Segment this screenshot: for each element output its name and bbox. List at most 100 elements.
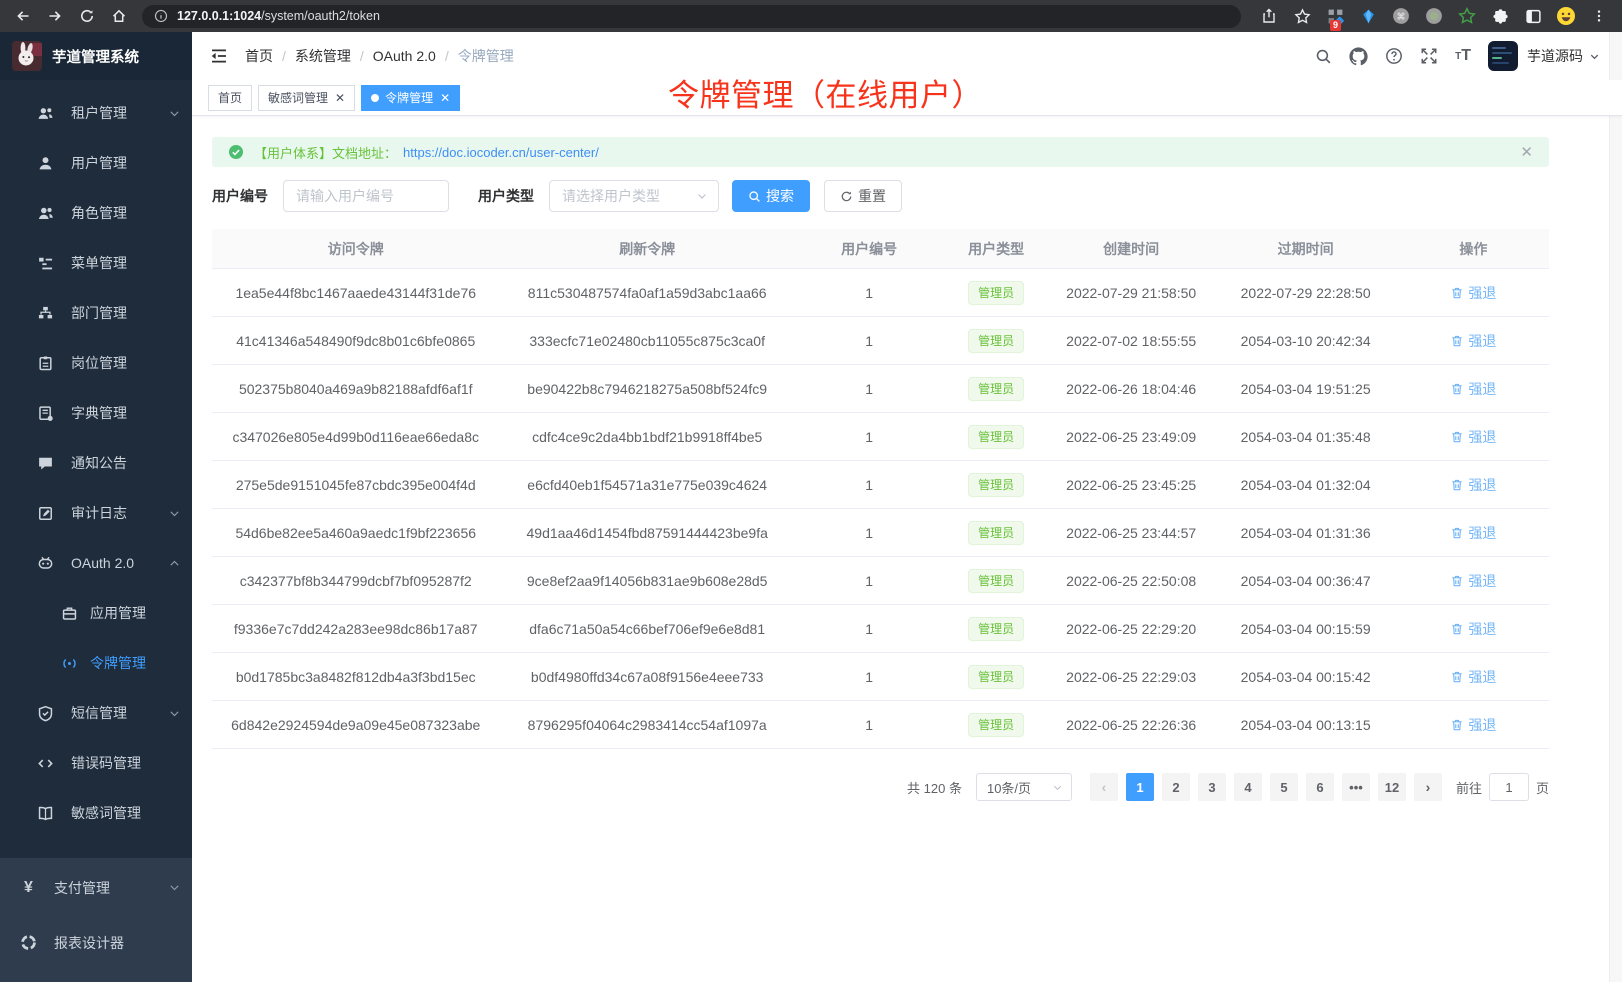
- page-size-select[interactable]: 10条/页: [976, 773, 1072, 801]
- page-button-2[interactable]: 2: [1162, 773, 1190, 801]
- sidebar-item-sensitive[interactable]: 敏感词管理: [0, 788, 192, 838]
- site-info-icon[interactable]: [154, 9, 168, 23]
- browser-forward-button[interactable]: [42, 3, 68, 29]
- user-type-cell: 管理员: [943, 377, 1049, 401]
- bookmark-star-icon[interactable]: [1289, 3, 1315, 29]
- page-scrollbar[interactable]: [1609, 32, 1622, 982]
- browser-back-button[interactable]: [10, 3, 36, 29]
- sidebar-item-oauth2-app[interactable]: 应用管理: [0, 588, 192, 638]
- address-bar[interactable]: 127.0.0.1:1024/system/oauth2/token: [142, 5, 1241, 28]
- force-logout-button[interactable]: 强退: [1450, 379, 1496, 399]
- share-icon[interactable]: [1256, 3, 1282, 29]
- breadcrumb-item[interactable]: OAuth 2.0: [373, 48, 436, 64]
- page-button-1[interactable]: 1: [1126, 773, 1154, 801]
- token-icon: [61, 655, 78, 672]
- page-button-12[interactable]: 12: [1378, 773, 1406, 801]
- expire-time-cell: 2054-03-04 19:51:25: [1213, 381, 1398, 397]
- page-button-6[interactable]: 6: [1306, 773, 1334, 801]
- profile-avatar-emoji[interactable]: [1553, 3, 1579, 29]
- user-id-input[interactable]: [283, 180, 449, 212]
- page-button-4[interactable]: 4: [1234, 773, 1262, 801]
- page-more-button[interactable]: •••: [1342, 773, 1370, 801]
- sidebar-item-post[interactable]: 岗位管理: [0, 338, 192, 388]
- chevron-down-icon: [1052, 782, 1063, 793]
- user-type-cell: 管理员: [943, 617, 1049, 641]
- force-logout-button[interactable]: 强退: [1450, 523, 1496, 543]
- alert-close-icon[interactable]: ✕: [1520, 143, 1533, 161]
- force-logout-button[interactable]: 强退: [1450, 283, 1496, 303]
- extensions-puzzle-icon[interactable]: [1487, 3, 1513, 29]
- sidebar-item-role[interactable]: 角色管理: [0, 188, 192, 238]
- username[interactable]: 芋道源码: [1527, 46, 1583, 66]
- browser-home-button[interactable]: [106, 3, 132, 29]
- browser-reload-button[interactable]: [74, 3, 100, 29]
- green-star-extension-icon[interactable]: [1454, 3, 1480, 29]
- access-token-cell: 502375b8040a469a9b82188afdf6af1f: [212, 381, 499, 397]
- breadcrumb-item[interactable]: 首页: [245, 46, 273, 66]
- goto-page-input[interactable]: [1489, 773, 1529, 801]
- sidebar-item-dict[interactable]: 字典管理: [0, 388, 192, 438]
- tag-view-tab[interactable]: 令牌管理✕: [361, 85, 460, 111]
- tag-view-tab[interactable]: 敏感词管理✕: [258, 85, 355, 111]
- page-button-5[interactable]: 5: [1270, 773, 1298, 801]
- actions-cell: 强退: [1398, 475, 1549, 495]
- force-logout-button[interactable]: 强退: [1450, 619, 1496, 639]
- create-time-cell: 2022-06-25 23:44:57: [1049, 525, 1213, 541]
- sidebar-item-user[interactable]: 用户管理: [0, 138, 192, 188]
- sidebar-item-notice[interactable]: 通知公告: [0, 438, 192, 488]
- sidebar-item-sms[interactable]: 短信管理: [0, 688, 192, 738]
- help-icon[interactable]: [1385, 47, 1403, 65]
- sidebar-item-dept[interactable]: 部门管理: [0, 288, 192, 338]
- reset-button[interactable]: 重置: [824, 180, 902, 212]
- search-button[interactable]: 搜索: [732, 180, 810, 212]
- sidebar-toggle-icon[interactable]: [1520, 3, 1546, 29]
- force-logout-button[interactable]: 强退: [1450, 331, 1496, 351]
- force-logout-button[interactable]: 强退: [1450, 475, 1496, 495]
- create-time-cell: 2022-07-29 21:58:50: [1049, 285, 1213, 301]
- sidebar-collapse-icon[interactable]: [210, 47, 228, 65]
- page-button-3[interactable]: 3: [1198, 773, 1226, 801]
- sidebar-item-oauth2-token[interactable]: 令牌管理: [0, 638, 192, 688]
- extension-grid-icon[interactable]: 9: [1322, 3, 1348, 29]
- user-caret-icon[interactable]: [1589, 51, 1600, 62]
- create-time-cell: 2022-06-25 23:45:25: [1049, 477, 1213, 493]
- sidebar-item-pay[interactable]: ¥支付管理: [0, 860, 192, 915]
- sidebar-item-oauth2[interactable]: OAuth 2.0: [0, 538, 192, 588]
- gem-extension-icon[interactable]: [1355, 3, 1381, 29]
- doc-link[interactable]: https://doc.iocoder.cn/user-center/: [403, 145, 599, 160]
- tab-close-icon[interactable]: ✕: [335, 92, 345, 104]
- fullscreen-icon[interactable]: [1420, 47, 1438, 65]
- tab-close-icon[interactable]: ✕: [440, 92, 450, 104]
- app-logo[interactable]: 芋道管理系统: [0, 32, 192, 80]
- main-area: 令牌管理（在线用户） 首页/系统管理/OAuth 2.0/令牌管理: [192, 32, 1622, 982]
- sidebar-item-report[interactable]: 报表设计器: [0, 915, 192, 970]
- tag-view-tab[interactable]: 首页: [208, 85, 252, 111]
- dot-extension-icon[interactable]: [1421, 3, 1447, 29]
- search-icon[interactable]: [1315, 48, 1332, 65]
- next-page-button[interactable]: ›: [1414, 773, 1442, 801]
- sidebar-item-audit[interactable]: 审计日志: [0, 488, 192, 538]
- sidebar-menu: 租户管理用户管理角色管理菜单管理部门管理岗位管理字典管理通知公告审计日志OAut…: [0, 80, 192, 858]
- goto-page: 前往 页: [1456, 773, 1549, 801]
- github-icon[interactable]: [1349, 47, 1368, 66]
- expire-time-cell: 2054-03-04 00:36:47: [1213, 573, 1398, 589]
- user-type-select[interactable]: 请选择用户类型: [549, 180, 719, 212]
- message-icon: [37, 455, 54, 472]
- font-size-icon[interactable]: TT: [1455, 47, 1471, 65]
- force-logout-button[interactable]: 强退: [1450, 715, 1496, 735]
- badge-icon: [37, 355, 54, 372]
- token-table: 访问令牌刷新令牌用户编号用户类型创建时间过期时间操作 1ea5e44f8bc14…: [212, 229, 1549, 749]
- breadcrumb-item[interactable]: 系统管理: [295, 46, 351, 66]
- sidebar-item-errcode[interactable]: 错误码管理: [0, 738, 192, 788]
- force-logout-button[interactable]: 强退: [1450, 427, 1496, 447]
- prev-page-button[interactable]: ‹: [1090, 773, 1118, 801]
- sidebar-item-menu[interactable]: 菜单管理: [0, 238, 192, 288]
- command-extension-icon[interactable]: ⌘: [1388, 3, 1414, 29]
- sidebar-item-tenant[interactable]: 租户管理: [0, 88, 192, 138]
- user-type-cell: 管理员: [943, 329, 1049, 353]
- user-avatar[interactable]: [1488, 41, 1518, 71]
- browser-menu-icon[interactable]: [1586, 3, 1612, 29]
- force-logout-button[interactable]: 强退: [1450, 667, 1496, 687]
- force-logout-button[interactable]: 强退: [1450, 571, 1496, 591]
- table-body: 1ea5e44f8bc1467aaede43144f31de76811c5304…: [212, 269, 1549, 749]
